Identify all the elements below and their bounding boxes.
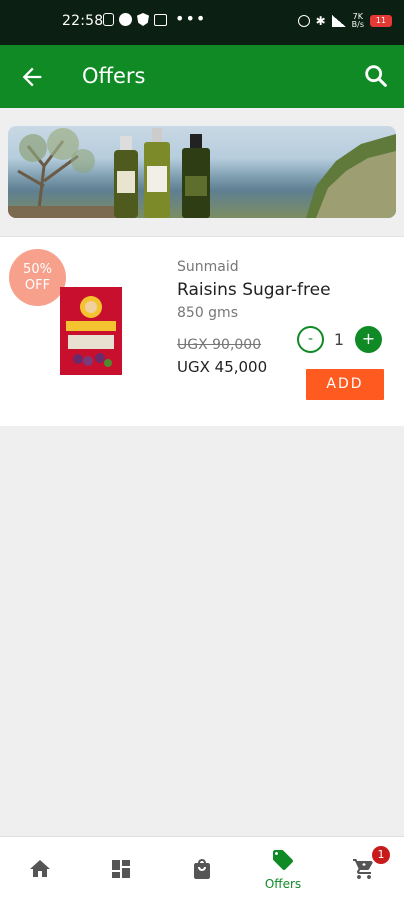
cart-icon <box>353 859 373 879</box>
search-icon[interactable] <box>362 62 390 90</box>
product-brand: Sunmaid <box>177 259 239 275</box>
add-to-cart-button[interactable]: ADD <box>306 369 384 400</box>
product-name[interactable]: Raisins Sugar-free <box>177 280 331 300</box>
offer-tag-icon <box>273 850 293 870</box>
quantity-value: 1 <box>333 330 345 349</box>
cart-count-badge: 1 <box>372 846 390 864</box>
olive-oil-bottles-image <box>114 128 210 218</box>
increase-quantity-button[interactable]: + <box>355 326 382 353</box>
offer-banner[interactable] <box>8 126 396 218</box>
status-system-icons: ✱ 7K B/s 11 <box>297 13 392 29</box>
nav-offers[interactable]: Offers <box>243 837 323 901</box>
shirt-icon <box>154 13 167 26</box>
phone-notification-icon <box>103 13 114 26</box>
product-weight: 850 gms <box>177 305 238 321</box>
nav-offers-label: Offers <box>264 877 302 891</box>
shopping-bag-icon <box>194 859 210 879</box>
sale-price: UGX 45,000 <box>177 358 268 376</box>
original-price: UGX 90,000 <box>177 337 262 353</box>
status-notification-icons <box>103 13 167 26</box>
nav-home[interactable] <box>0 837 80 901</box>
status-time: 22:58 <box>62 13 104 29</box>
page-title: Offers <box>82 64 146 88</box>
alarm-icon <box>297 15 310 27</box>
nav-categories[interactable] <box>81 837 161 901</box>
product-card[interactable]: 50% OFF Sunmaid Raisins Sugar-free 850 g… <box>0 236 404 426</box>
status-bar: 22:58 ••• ✱ 7K B/s 11 <box>0 0 404 45</box>
signal-icon <box>331 15 346 27</box>
more-notifications-icon: ••• <box>175 9 207 28</box>
app-bar: Offers <box>0 45 404 108</box>
discount-percent: 50% <box>23 261 52 277</box>
shield-icon <box>137 13 149 26</box>
messenger-icon <box>119 13 132 26</box>
home-icon <box>30 860 50 877</box>
net-speed-unit: B/s <box>351 20 364 29</box>
back-arrow-icon[interactable] <box>18 63 46 91</box>
bluetooth-icon: ✱ <box>315 14 326 28</box>
bottom-navigation: Offers <box>0 836 404 901</box>
battery-icon: 11 <box>370 15 392 27</box>
nav-orders[interactable] <box>162 837 242 901</box>
dashboard-icon <box>112 860 130 878</box>
net-speed: 7K B/s <box>352 13 364 29</box>
product-image[interactable] <box>58 285 124 377</box>
banner-cliff-image <box>306 134 396 218</box>
decrease-quantity-button[interactable]: - <box>297 326 324 353</box>
nav-cart[interactable] <box>324 837 404 901</box>
